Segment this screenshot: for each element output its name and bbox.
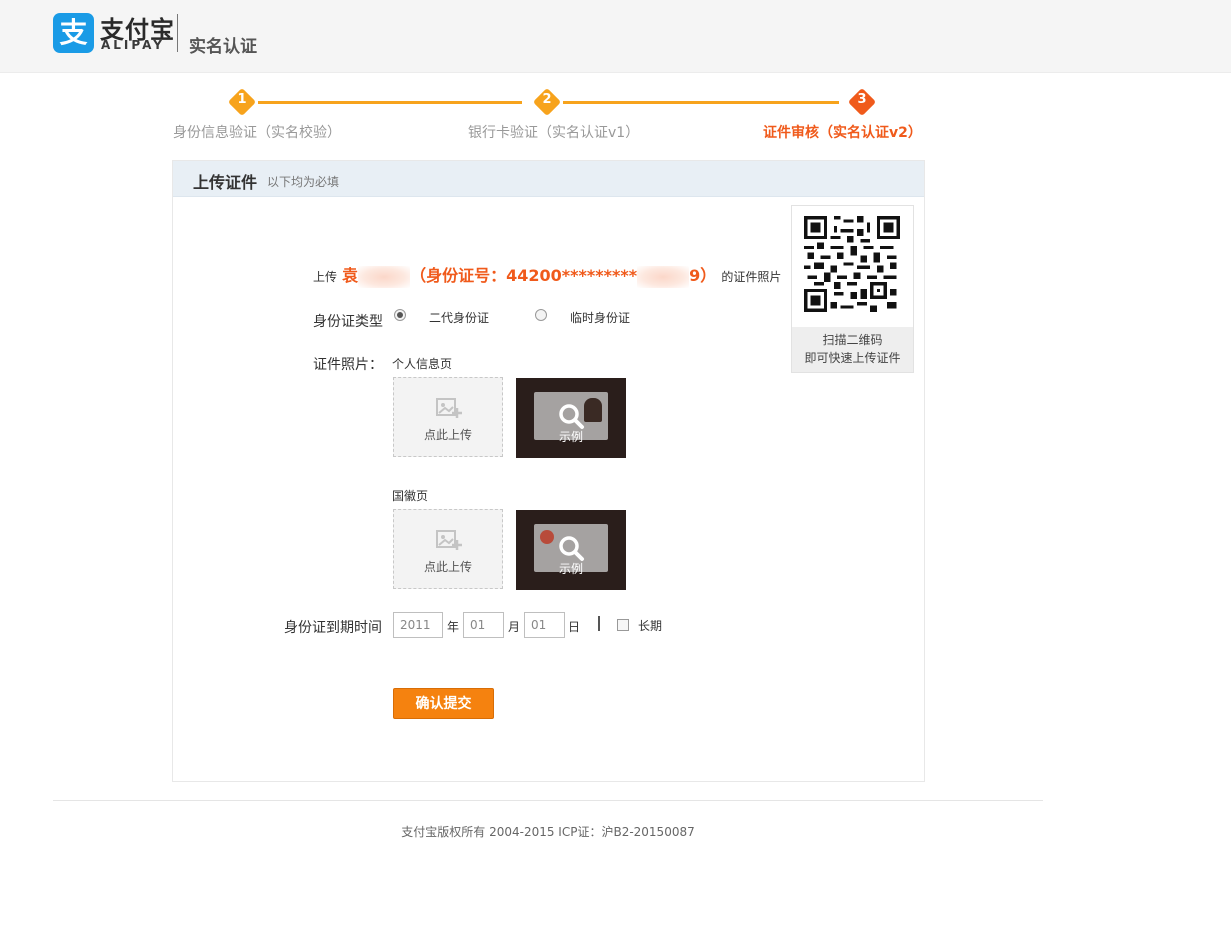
back-sample-image[interactable]: 示例 bbox=[516, 510, 626, 590]
name-redaction bbox=[358, 265, 411, 288]
upload-intro-prefix: 上传 bbox=[313, 270, 338, 284]
day-unit: 日 bbox=[568, 620, 581, 634]
back-sample-label: 示例 bbox=[558, 562, 583, 576]
sample-portrait bbox=[584, 398, 602, 422]
upload-front-button[interactable]: 点此上传 bbox=[393, 377, 503, 457]
id-type-label: 身份证类型 bbox=[313, 314, 383, 330]
qr-upload-box[interactable]: 扫描二维码 即可快速上传证件 bbox=[791, 205, 914, 373]
long-term-checkbox[interactable] bbox=[617, 619, 629, 631]
upload-back-text: 点此上传 bbox=[423, 560, 472, 574]
panel-title: 上传证件 bbox=[193, 173, 258, 192]
photo-label: 证件照片： bbox=[313, 357, 383, 373]
radio-temporary-id[interactable] bbox=[535, 309, 547, 321]
qr-caption-line2: 即可快速上传证件 bbox=[804, 351, 901, 365]
logo-divider bbox=[177, 14, 178, 52]
id-redaction bbox=[637, 265, 690, 288]
separator bbox=[598, 616, 600, 631]
step-2-label: 银行卡验证（实名认证v1） bbox=[468, 125, 640, 141]
back-page-title: 国徽页 bbox=[392, 489, 429, 503]
expiry-label: 身份证到期时间 bbox=[284, 620, 382, 636]
magnifier-icon bbox=[559, 536, 584, 561]
upload-intro: 上传 袁 （身份证号：44200********* 9） 的证件照片 bbox=[313, 262, 781, 288]
expiry-month-input[interactable]: 01 bbox=[463, 612, 504, 638]
national-emblem-icon bbox=[540, 530, 554, 544]
id-number-label: （身份证号：44200********* bbox=[410, 266, 638, 285]
month-unit: 月 bbox=[508, 620, 521, 634]
footer-divider bbox=[53, 800, 1043, 801]
submit-button[interactable]: 确认提交 bbox=[393, 688, 494, 719]
long-term-label[interactable]: 长期 bbox=[638, 617, 662, 634]
front-sample-image[interactable]: 示例 bbox=[516, 378, 626, 458]
image-add-icon bbox=[436, 530, 462, 550]
magnifier-icon bbox=[559, 404, 584, 429]
expiry-day-input[interactable]: 01 bbox=[524, 612, 565, 638]
panel-header: 上传证件 以下均为必填 bbox=[173, 161, 924, 197]
footer-copyright: 支付宝版权所有 2004-2015 ICP证：沪B2-20150087 bbox=[401, 825, 695, 839]
upload-intro-suffix: 的证件照片 bbox=[721, 270, 782, 284]
qr-caption-line1: 扫描二维码 bbox=[822, 333, 883, 347]
front-page-title: 个人信息页 bbox=[392, 357, 453, 371]
radio-temporary-id-label[interactable]: 临时身份证 bbox=[570, 309, 630, 326]
step-1-number: 1 bbox=[237, 92, 247, 107]
qr-code-icon bbox=[804, 216, 900, 312]
image-add-icon bbox=[436, 398, 462, 418]
id-number-tail: 9） bbox=[689, 266, 717, 285]
upload-front-text: 点此上传 bbox=[423, 428, 472, 442]
step-2-number: 2 bbox=[542, 92, 552, 107]
step-3-number: 3 bbox=[857, 92, 867, 107]
upload-back-button[interactable]: 点此上传 bbox=[393, 509, 503, 589]
expiry-year-input[interactable]: 2011 bbox=[393, 612, 443, 638]
step-line-1 bbox=[258, 101, 522, 104]
user-name: 袁 bbox=[342, 266, 359, 285]
year-unit: 年 bbox=[447, 620, 460, 634]
page-title: 实名认证 bbox=[189, 37, 257, 57]
radio-second-gen-id[interactable] bbox=[394, 309, 406, 321]
front-sample-label: 示例 bbox=[558, 430, 583, 444]
alipay-logo-icon[interactable]: 支 bbox=[53, 13, 94, 53]
panel-subtitle: 以下均为必填 bbox=[267, 175, 340, 189]
qr-caption: 扫描二维码 即可快速上传证件 bbox=[792, 327, 913, 372]
step-1-label: 身份信息验证（实名校验） bbox=[173, 125, 341, 141]
logo-text-en: ALIPAY bbox=[101, 38, 165, 52]
step-line-2 bbox=[563, 101, 839, 104]
step-3-label: 证件审核（实名认证v2） bbox=[763, 125, 922, 141]
header: 支 支付宝 ALIPAY 实名认证 bbox=[0, 0, 1231, 73]
radio-second-gen-id-label[interactable]: 二代身份证 bbox=[429, 309, 489, 326]
